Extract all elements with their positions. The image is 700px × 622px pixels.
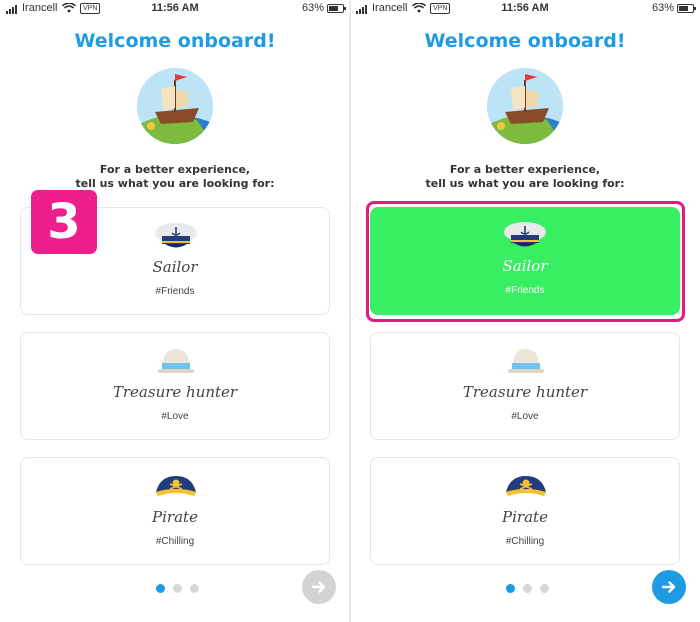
arrow-right-icon: [311, 581, 326, 593]
page-dot: [506, 584, 515, 593]
page-dot: [540, 584, 549, 593]
battery-percent: 63%: [651, 2, 674, 14]
option-card-treasure-hunter[interactable]: Treasure hunter #Love: [20, 332, 330, 440]
page-title: Welcome onboard!: [424, 30, 626, 52]
option-tag: #Love: [511, 411, 539, 422]
option-tag: #Love: [161, 411, 189, 422]
pirate-ship-icon: [137, 68, 213, 144]
pirate-hat-icon: [156, 476, 196, 496]
page-title: Welcome onboard!: [74, 30, 276, 52]
status-bar: Irancell VPN 11:56 AM 63%: [0, 0, 350, 18]
next-button[interactable]: [652, 570, 686, 604]
status-time: 11:56 AM: [151, 2, 199, 14]
selection-highlight-frame: [366, 201, 685, 322]
sailor-cap-icon: [155, 223, 197, 248]
page-dot: [523, 584, 532, 593]
step-number-badge: 3: [31, 190, 97, 254]
next-button[interactable]: [302, 570, 336, 604]
status-bar: Irancell VPN 11:56 AM 63%: [350, 0, 700, 18]
option-name: Treasure hunter: [112, 383, 238, 401]
page-dot: [173, 584, 182, 593]
onboarding-screen-before: Irancell VPN 11:56 AM 63% Welcome onboar…: [0, 0, 350, 622]
pagination-dots: [506, 584, 549, 593]
subtitle-line: tell us what you are looking for:: [425, 177, 625, 190]
option-name: Pirate: [152, 508, 198, 526]
subtitle-line: For a better experience,: [99, 163, 251, 176]
battery-icon: [327, 4, 346, 13]
option-card-pirate[interactable]: Pirate #Chilling: [370, 457, 680, 565]
page-dot: [156, 584, 165, 593]
explorer-hat-icon: [508, 349, 544, 373]
page-dot: [190, 584, 199, 593]
option-tag: #Chilling: [505, 536, 545, 547]
status-time: 11:56 AM: [501, 2, 549, 14]
arrow-right-icon: [661, 581, 676, 593]
pagination-dots: [156, 584, 199, 593]
option-name: Pirate: [502, 508, 548, 526]
subtitle-line: For a better experience,: [449, 163, 601, 176]
battery-icon: [677, 4, 696, 13]
subtitle: For a better experience, tell us what yo…: [350, 163, 700, 191]
subtitle: For a better experience, tell us what yo…: [0, 163, 350, 191]
explorer-hat-icon: [158, 349, 194, 373]
option-card-treasure-hunter[interactable]: Treasure hunter #Love: [370, 332, 680, 440]
pirate-hat-icon: [506, 476, 546, 496]
option-name: Sailor: [152, 258, 198, 276]
option-tag: #Chilling: [155, 536, 195, 547]
subtitle-line: tell us what you are looking for:: [75, 177, 275, 190]
pirate-ship-icon: [487, 68, 563, 144]
option-tag: #Friends: [155, 286, 195, 297]
battery-percent: 63%: [301, 2, 324, 14]
option-card-pirate[interactable]: Pirate #Chilling: [20, 457, 330, 565]
option-name: Treasure hunter: [462, 383, 588, 401]
